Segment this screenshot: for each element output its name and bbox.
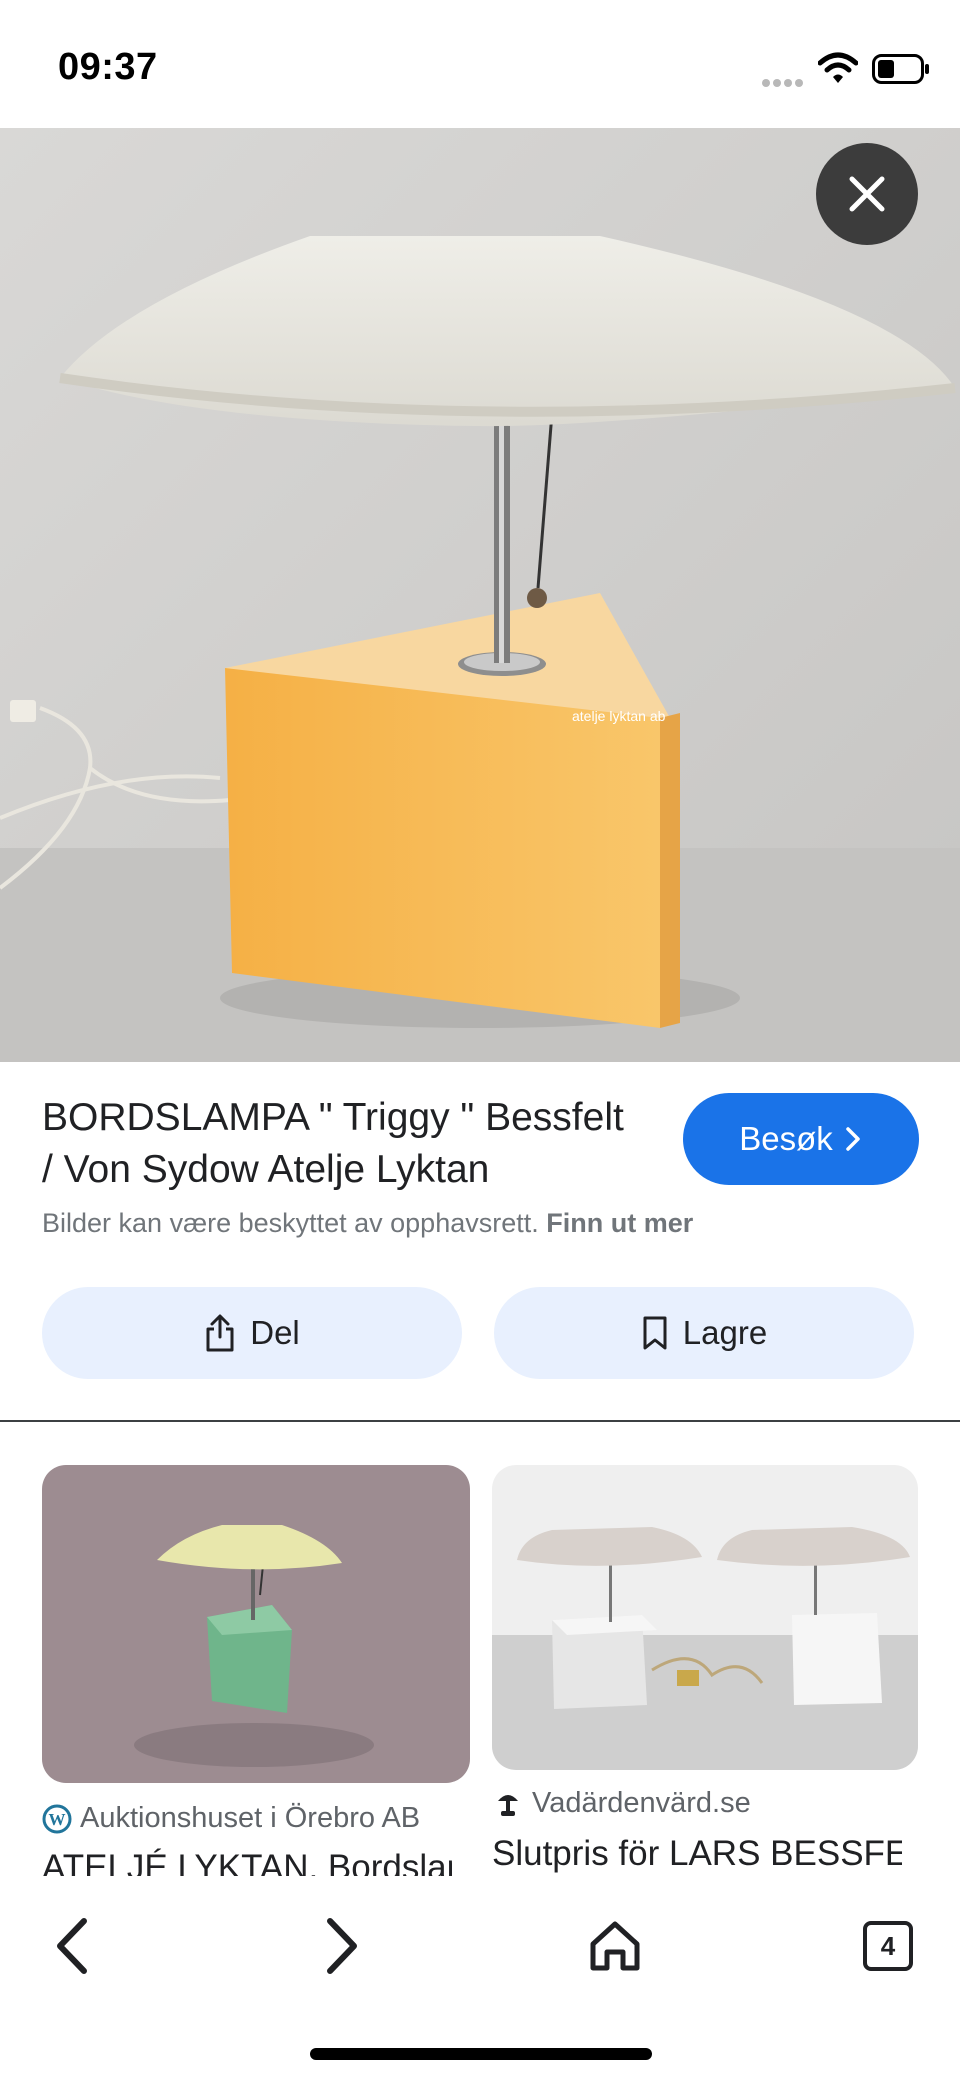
tabs-count: 4 bbox=[863, 1921, 913, 1971]
related-image-1[interactable] bbox=[42, 1465, 470, 1783]
lamp-icon bbox=[498, 1794, 518, 1816]
image-result-page: 09:37 atelje lyktan ab BORDSLAMPA " Trig… bbox=[0, 0, 960, 2079]
section-divider bbox=[0, 1420, 960, 1422]
visit-button[interactable]: Besøk bbox=[683, 1093, 919, 1185]
status-time: 09:37 bbox=[58, 46, 158, 88]
wifi-icon bbox=[817, 52, 859, 84]
close-icon bbox=[849, 176, 885, 212]
battery-icon bbox=[872, 54, 930, 84]
forward-button[interactable] bbox=[302, 1906, 382, 1986]
share-button-label: Del bbox=[250, 1314, 300, 1351]
svg-text:W: W bbox=[49, 1810, 66, 1829]
related-source-name-2: Vadärdenvärd.se bbox=[532, 1787, 751, 1819]
share-icon bbox=[206, 1314, 234, 1352]
tabs-button[interactable]: 4 bbox=[848, 1906, 928, 1986]
cellular-signal-icon bbox=[762, 74, 806, 87]
wordpress-icon: W bbox=[42, 1804, 72, 1833]
related-source-1[interactable]: W Auktionshuset i Örebro AB bbox=[42, 1802, 420, 1835]
related-image-2[interactable] bbox=[492, 1465, 918, 1770]
result-title[interactable]: BORDSLAMPA " Triggy " Bessfelt / Von Syd… bbox=[42, 1092, 642, 1196]
status-bar: 09:37 bbox=[0, 0, 960, 128]
chevron-right-icon bbox=[327, 1918, 357, 1974]
save-button[interactable]: Lagre bbox=[494, 1287, 914, 1379]
home-icon bbox=[590, 1921, 640, 1971]
back-button[interactable] bbox=[32, 1906, 112, 1986]
save-button-label: Lagre bbox=[682, 1314, 768, 1351]
brand-mark-text: atelje lyktan ab bbox=[572, 708, 666, 724]
copyright-notice: Bilder kan være beskyttet av opphavsrett… bbox=[42, 1208, 693, 1239]
close-button[interactable] bbox=[816, 143, 918, 245]
related-title-2[interactable]: Slutpris för LARS BESSFELT bbox=[492, 1834, 902, 1874]
home-indicator[interactable] bbox=[310, 2048, 652, 2060]
browser-toolbar: 4 bbox=[0, 1876, 960, 2079]
share-button[interactable]: Del bbox=[42, 1287, 462, 1379]
home-button[interactable] bbox=[575, 1906, 655, 1986]
learn-more-link[interactable]: Finn ut mer bbox=[546, 1208, 693, 1238]
chevron-left-icon bbox=[57, 1918, 87, 1974]
result-title-block: BORDSLAMPA " Triggy " Bessfelt / Von Syd… bbox=[42, 1092, 642, 1196]
related-source-name-1: Auktionshuset i Örebro AB bbox=[80, 1802, 421, 1834]
visit-button-label: Besøk bbox=[739, 1120, 833, 1157]
bookmark-icon bbox=[643, 1316, 667, 1350]
chevron-right-icon bbox=[846, 1127, 860, 1151]
copyright-text: Bilder kan være beskyttet av opphavsrett… bbox=[42, 1208, 539, 1238]
hero-image[interactable]: atelje lyktan ab bbox=[0, 128, 960, 1062]
related-source-2[interactable]: Vadärdenvärd.se bbox=[492, 1787, 751, 1820]
